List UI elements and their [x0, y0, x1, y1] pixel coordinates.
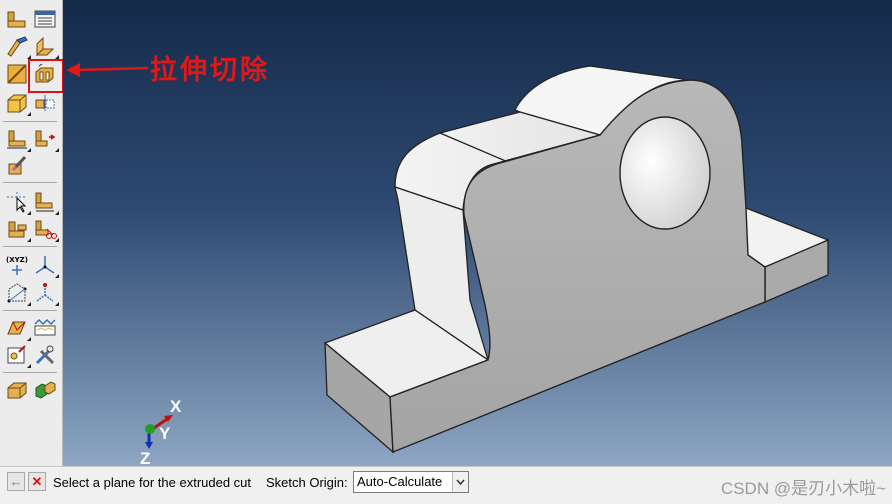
sketch-origin-value: Auto-Calculate [357, 474, 443, 489]
part-instance-icon[interactable] [33, 378, 57, 402]
datum-point-icon[interactable] [33, 253, 59, 278]
toolbox: (XYZ) [0, 0, 64, 466]
watermark: CSDN @是刃小木啦~ [720, 479, 886, 498]
assign-section-icon[interactable] [33, 343, 57, 367]
create-round-fillet-icon[interactable] [5, 91, 31, 116]
sketch-origin-label: Sketch Origin: [266, 475, 348, 490]
prompt-message: Select a plane for the extruded cut [53, 475, 252, 490]
selected-tool-highlight [28, 59, 64, 93]
query-icon[interactable] [5, 190, 31, 215]
axis-z-label: Z [140, 449, 151, 466]
tools-settings-icon[interactable] [5, 343, 31, 368]
create-reference-point-icon[interactable] [33, 217, 59, 242]
verify-mesh-icon[interactable] [33, 316, 57, 340]
cancel-x-icon[interactable]: ✕ [28, 472, 46, 491]
create-set-icon[interactable] [33, 190, 59, 215]
create-wire-icon[interactable] [5, 62, 29, 86]
annotation-label: 拉伸切除 [150, 55, 270, 86]
create-solid-extrude-icon[interactable] [5, 34, 31, 59]
mesh-controls-icon[interactable] [5, 316, 31, 341]
create-surface-icon[interactable] [5, 217, 31, 242]
back-arrow-icon[interactable]: ← [7, 472, 25, 491]
partition-face-icon[interactable] [33, 127, 59, 152]
axis-x-label: X [170, 397, 182, 416]
svg-text:(XYZ): (XYZ) [6, 256, 28, 264]
sketch-origin-select[interactable]: Auto-Calculate [353, 471, 469, 493]
create-shell-extrude-icon[interactable] [33, 34, 59, 59]
create-datum-icon[interactable] [33, 91, 57, 115]
prompt-area: ← ✕ Select a plane for the extruded cut … [0, 466, 892, 504]
axis-y-label: Y [159, 424, 171, 443]
partition-cell-icon[interactable] [5, 127, 31, 152]
material-manager-icon[interactable] [5, 378, 29, 402]
mesh-seed-icon[interactable] [33, 281, 59, 306]
datum-coordinate-system-icon[interactable]: (XYZ) [5, 253, 29, 277]
part-manager-icon[interactable] [33, 7, 57, 31]
create-part-icon[interactable] [5, 7, 29, 31]
repair-edge-icon[interactable] [5, 154, 29, 178]
chevron-down-icon[interactable] [452, 472, 468, 492]
datum-axis-icon[interactable] [5, 281, 31, 306]
